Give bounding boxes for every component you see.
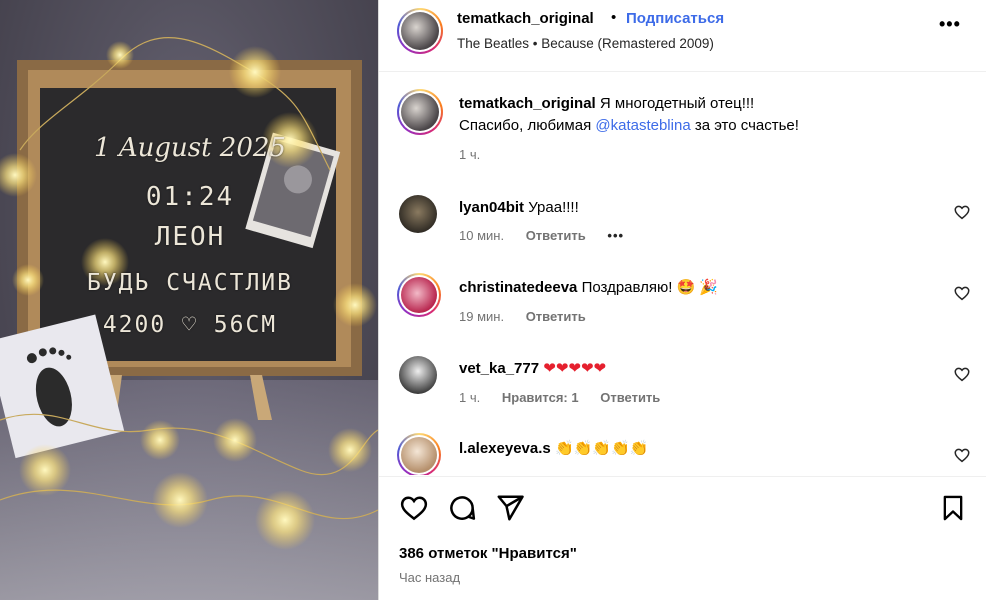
comment-time: 1 ч. (459, 390, 481, 405)
follow-button[interactable]: Подписаться (626, 10, 724, 27)
caption-username[interactable]: tematkach_original (459, 95, 596, 112)
commenter-avatar[interactable] (399, 356, 437, 394)
comment-like-heart-icon[interactable] (953, 284, 971, 302)
like-heart-icon[interactable] (399, 493, 429, 523)
author-username[interactable]: tematkach_original (457, 10, 594, 27)
caption-time: 1 ч. (459, 147, 481, 162)
comment-text: 👏👏👏👏👏 (554, 440, 649, 457)
comments-list[interactable]: tematkach_original Я многодетный отец!!!… (379, 73, 986, 475)
board-line-name: ЛЕОН (154, 222, 226, 252)
comment-text: ❤❤❤❤❤ (543, 360, 607, 377)
post-header: tematkach_original • Подписаться The Bea… (379, 0, 986, 72)
likes-count[interactable]: 386 отметок "Нравится" (399, 545, 577, 562)
author-avatar[interactable] (397, 8, 443, 54)
comment-username[interactable]: christinatedeeva (459, 279, 577, 296)
post-side-panel: tematkach_original • Подписаться The Bea… (379, 0, 986, 600)
caption-text-line2: Спасибо, любимая (459, 117, 596, 134)
comment-options-icon[interactable]: ••• (607, 228, 624, 243)
comment-like-heart-icon[interactable] (953, 203, 971, 221)
board-line-stats: 4200 ♡ 56CM (102, 312, 278, 338)
post-actions-bar: 386 отметок "Нравится" Час назад (379, 476, 986, 600)
commenter-avatar[interactable] (399, 195, 437, 233)
post-image[interactable]: 1 August 2025 01:24 ЛЕОН БУДЬ СЧАСТЛИВ 4… (0, 0, 378, 600)
separator-dot: • (611, 9, 617, 26)
board-line-time: 01:24 (145, 182, 235, 212)
commenter-avatar[interactable] (397, 273, 441, 317)
more-options-icon[interactable]: ••• (939, 14, 961, 35)
share-send-icon[interactable] (495, 493, 525, 523)
post-photo-illustration (0, 37, 378, 600)
comment-bubble-icon[interactable] (447, 493, 477, 523)
reply-button[interactable]: Ответить (526, 228, 586, 243)
comment-time: 10 мин. (459, 228, 505, 243)
board-line-date: 1 August 2025 (94, 133, 286, 163)
music-track[interactable]: The Beatles • Because (Remastered 2009) (457, 36, 714, 51)
comment-like-heart-icon[interactable] (953, 446, 971, 464)
caption-avatar[interactable] (397, 89, 443, 135)
comment-username[interactable]: vet_ka_777 (459, 360, 539, 377)
reply-button[interactable]: Ответить (600, 390, 660, 405)
board-line-wish: БУДЬ СЧАСТЛИВ (86, 270, 293, 296)
post-timestamp: Час назад (399, 570, 461, 585)
mention-link[interactable]: @katasteblina (595, 117, 690, 134)
comment-text: Ураа!!!! (528, 199, 579, 216)
comment-username[interactable]: l.alexeyeva.s (459, 440, 551, 457)
comment-time: 19 мин. (459, 309, 505, 324)
comment-likes[interactable]: Нравится: 1 (502, 390, 579, 405)
caption-text-line2-end: за это счастье! (690, 117, 799, 134)
comment-username[interactable]: lyan04bit (459, 199, 524, 216)
comment-text: Поздравляю! 🤩 🎉 (581, 279, 719, 296)
comment-like-heart-icon[interactable] (953, 365, 971, 383)
save-bookmark-icon[interactable] (939, 493, 967, 523)
commenter-avatar[interactable] (397, 433, 441, 475)
caption-text: Я многодетный отец!!! (599, 95, 755, 112)
reply-button[interactable]: Ответить (526, 309, 586, 324)
